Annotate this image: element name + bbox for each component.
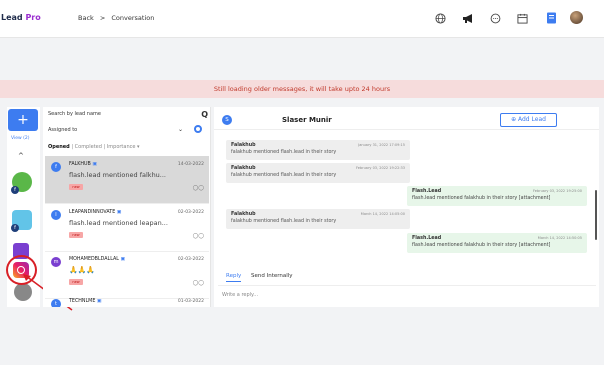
list-item-actions[interactable]: ◯◯: [193, 280, 204, 286]
chat-icon[interactable]: [489, 12, 501, 24]
avatar[interactable]: [570, 11, 583, 24]
list-item-date: 02-03-2022: [177, 257, 204, 262]
document-icon[interactable]: [545, 12, 557, 24]
list-item[interactable]: l LEAPANDINNOVATE ▣ 02-03-2022 flash.lea…: [45, 204, 209, 252]
status-badge: new: [69, 279, 83, 285]
top-bar: Lead Pro Back > Conversation: [0, 0, 604, 38]
loading-notice: Still loading older messages, it will ta…: [0, 80, 604, 98]
tab-send-internally[interactable]: Send Internally: [251, 273, 293, 279]
status-badge: new: [69, 184, 83, 190]
list-item-date: 14-03-2022: [177, 162, 204, 167]
tab-reply[interactable]: Reply: [226, 273, 242, 282]
facebook-icon: f: [11, 224, 19, 232]
message-bubble: Falakhub March 14, 2022 14:05:00 falakhu…: [226, 209, 410, 229]
add-lead-button[interactable]: ⊕ Add Lead: [500, 113, 557, 127]
app-logo[interactable]: Lead Pro: [1, 13, 41, 22]
facebook-icon: f: [11, 186, 19, 194]
list-item-date: 01-03-2022: [177, 299, 204, 304]
list-item[interactable]: f FALKHUB ▣ 14-03-2022 flash.lead mentio…: [45, 156, 209, 204]
lead-name: MOHAMEDBLDALLAL ▣: [69, 257, 126, 262]
status-tabs: Opened | Completed | Importance ▾: [48, 144, 140, 150]
list-item[interactable]: m MOHAMEDBLDALLAL ▣ 02-03-2022 🙏🙏🙏 new ◯…: [45, 251, 209, 299]
breadcrumb-current: Conversation: [111, 14, 155, 22]
message-bubble: Falakhub January 31, 2022 17:09:15 falak…: [226, 140, 410, 160]
add-button[interactable]: +: [8, 109, 38, 131]
list-item-date: 02-03-2022: [177, 210, 204, 215]
avatar: m: [51, 257, 61, 267]
list-item-preview: flash.lead mentioned leapan...: [69, 219, 168, 227]
avatar: t: [51, 299, 61, 307]
message-bubble: Falakhub February 03, 2022 19:22:33 fala…: [226, 163, 410, 183]
lead-name: TECHNLME ▣: [69, 299, 102, 304]
list-item-preview: flash.lead mentioned falkhu...: [69, 171, 167, 179]
chevron-up-icon[interactable]: ^: [18, 152, 24, 160]
lead-name: FALKHUB ▣: [69, 162, 97, 167]
message-bubble: Flash.Lead February 03, 2022 19:25:00 fl…: [407, 186, 587, 206]
reply-tabs: Reply Send Internally: [226, 273, 293, 282]
back-link[interactable]: Back: [78, 14, 94, 22]
contact-name: Slaser Munir: [282, 116, 332, 124]
avatar: l: [51, 210, 61, 220]
status-badge: new: [69, 232, 83, 238]
settings-icon[interactable]: [194, 125, 202, 133]
lead-name: LEAPANDINNOVATE ▣: [69, 210, 122, 215]
list-item-preview: 🙏🙏🙏: [69, 266, 96, 274]
megaphone-icon[interactable]: [462, 12, 474, 24]
scrollbar[interactable]: [595, 190, 597, 240]
tab-importance[interactable]: Importance ▾: [107, 144, 140, 150]
list-item[interactable]: t TECHNLME ▣ 01-03-2022: [45, 293, 209, 307]
chevron-down-icon[interactable]: ⌄: [178, 126, 183, 133]
breadcrumb: Back > Conversation: [78, 14, 155, 22]
avatar: f: [51, 162, 61, 172]
message-bubble: Flash.Lead March 14, 2022 14:50:05 flash…: [407, 233, 587, 253]
view-all-link[interactable]: View (2): [11, 136, 29, 141]
chat-header: S Slaser Munir ⊕ Add Lead: [214, 107, 599, 130]
avatar: S: [222, 115, 232, 125]
list-item-actions[interactable]: ◯◯: [193, 185, 204, 191]
reply-input[interactable]: Write a reply...: [218, 285, 596, 307]
search-input[interactable]: Search by lead name Q: [48, 110, 208, 121]
globe-icon[interactable]: [434, 12, 446, 24]
calendar-icon[interactable]: [516, 12, 528, 24]
assigned-to-filter[interactable]: Assigned to ⌄: [48, 125, 208, 133]
tab-completed[interactable]: Completed: [75, 144, 102, 150]
tab-opened[interactable]: Opened: [48, 144, 70, 150]
list-item-actions[interactable]: ◯◯: [193, 233, 204, 239]
search-icon[interactable]: Q: [201, 110, 208, 119]
